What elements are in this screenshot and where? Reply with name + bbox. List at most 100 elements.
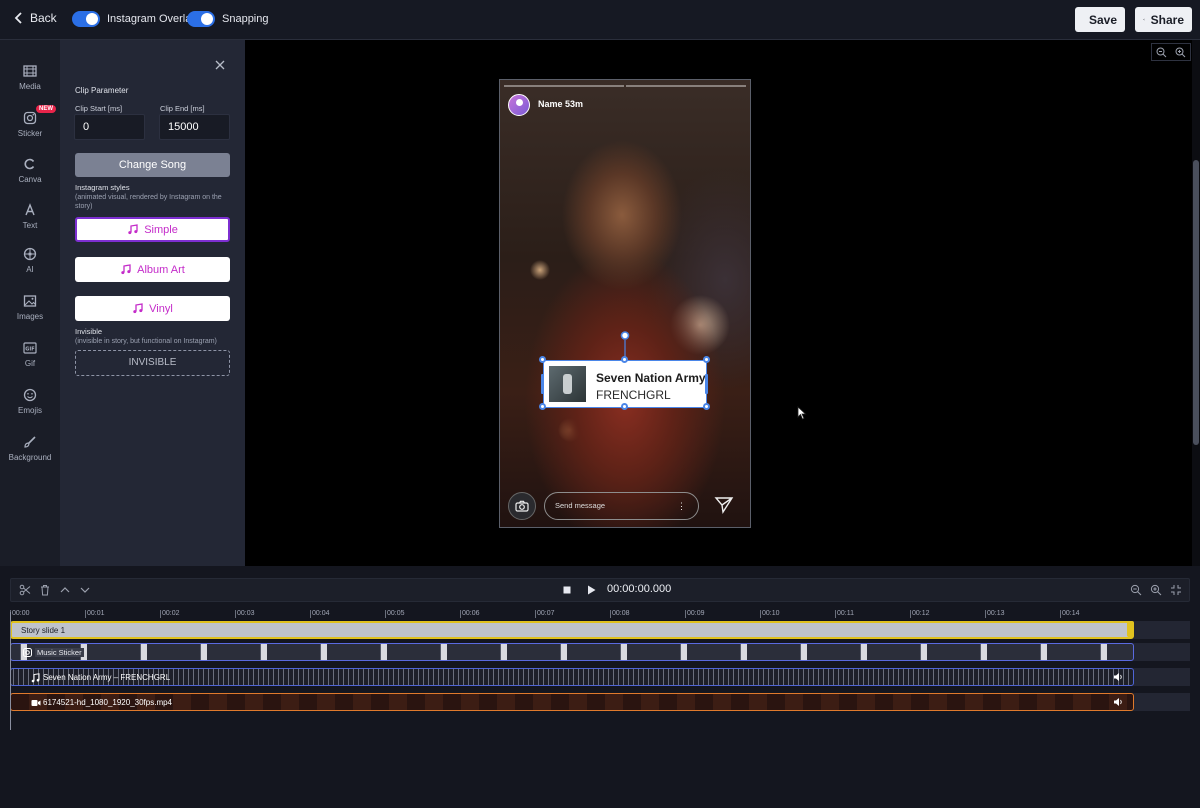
avatar <box>508 94 530 116</box>
clip-parameter-title: Clip Parameter <box>75 86 129 95</box>
share-button[interactable]: Share <box>1135 7 1192 32</box>
camera-button[interactable] <box>508 492 536 520</box>
more-options-icon[interactable]: ⋮ <box>677 493 686 519</box>
timeline-toolbar: 00:00:00.000 <box>10 578 1190 602</box>
timeline-zoom-in-icon[interactable] <box>1150 584 1162 596</box>
rail-item-gif[interactable]: GIF Gif <box>0 341 60 368</box>
rail-label-media: Media <box>19 82 41 91</box>
ruler-tick: 00:06 <box>460 610 480 618</box>
music-sticker-track-label: Music Sticker <box>35 648 84 657</box>
invisible-note: (invisible in story, but functional on I… <box>75 338 217 345</box>
story-slide-track[interactable]: Story slide 1 <box>10 621 1134 639</box>
send-message-field[interactable]: Send message ⋮ <box>544 492 699 520</box>
snapping-switch[interactable] <box>187 11 215 27</box>
playhead[interactable] <box>10 612 11 730</box>
fit-timeline-icon[interactable] <box>1170 584 1182 596</box>
style-album-art-label: Album Art <box>137 263 185 276</box>
timeline-panel: 00:00:00.000 00:00 00:01 00:02 00:03 00:… <box>0 566 1200 808</box>
clip-start-input[interactable]: 0 <box>74 114 145 140</box>
album-art <box>549 366 586 402</box>
instagram-overlay-toggle[interactable]: Instagram Overlay <box>72 11 197 27</box>
rail-item-images[interactable]: Images <box>0 294 60 321</box>
story-preview[interactable]: Name 53m Send message ⋮ <box>499 79 751 528</box>
trash-icon[interactable] <box>39 584 51 596</box>
volume-icon[interactable] <box>1113 672 1123 682</box>
resize-handle-left[interactable] <box>541 374 544 394</box>
save-label: Save <box>1089 12 1118 27</box>
timeline-zoom-out-icon[interactable] <box>1130 584 1142 596</box>
video-track-label: 6174521-hd_1080_1920_30fps.mp4 <box>43 697 173 707</box>
top-bar: Back Instagram Overlay Snapping Save Sha… <box>0 0 1200 40</box>
music-sticker[interactable]: Seven Nation Army FRENCHGRL <box>543 360 707 408</box>
rail-item-ai[interactable]: AI <box>0 247 60 274</box>
back-label: Back <box>30 11 57 25</box>
ruler-tick: 00:04 <box>310 610 330 618</box>
resize-handle-bottom-right[interactable] <box>703 403 710 410</box>
instagram-overlay-switch[interactable] <box>72 11 100 27</box>
resize-handle-top[interactable] <box>621 356 628 363</box>
chevron-left-icon <box>14 12 22 24</box>
canva-icon <box>24 158 35 170</box>
style-vinyl-button[interactable]: Vinyl <box>75 296 230 321</box>
resize-handle-top-right[interactable] <box>703 356 710 363</box>
audio-track[interactable]: Seven Nation Army – FRENCHGRL <box>10 668 1134 686</box>
send-icon[interactable] <box>714 495 734 515</box>
style-vinyl-label: Vinyl <box>149 302 173 315</box>
rail-item-background[interactable]: Background <box>0 435 60 462</box>
resize-handle-bottom-left[interactable] <box>539 403 546 410</box>
stop-icon[interactable] <box>561 584 573 596</box>
instagram-styles-heading: Instagram styles <box>75 183 130 192</box>
invisible-heading: Invisible <box>75 327 103 336</box>
ruler-tick: 00:14 <box>1060 610 1080 618</box>
clip-end-label: Clip End [ms] <box>160 104 205 113</box>
stage-scrollbar[interactable] <box>1192 40 1200 566</box>
music-note-icon <box>133 303 143 314</box>
music-sticker-track[interactable]: Music Sticker <box>10 643 1134 661</box>
resize-handle-bottom[interactable] <box>621 403 628 410</box>
zoom-in-button[interactable] <box>1171 44 1190 60</box>
zoom-in-icon <box>1175 47 1186 57</box>
resize-handle-top-left[interactable] <box>539 356 546 363</box>
save-button[interactable]: Save <box>1075 7 1125 32</box>
scissors-icon[interactable] <box>19 584 31 596</box>
back-button[interactable]: Back <box>14 11 57 25</box>
instagram-icon <box>23 648 32 657</box>
ai-icon <box>23 247 37 261</box>
brush-icon <box>24 436 36 448</box>
story-username: Name 53m <box>538 99 584 109</box>
rail-item-sticker[interactable]: NEW Sticker <box>0 105 60 138</box>
invisible-button[interactable]: INVISIBLE <box>75 350 230 376</box>
ruler-tick: 00:11 <box>835 610 854 618</box>
resize-handle-right[interactable] <box>705 374 708 394</box>
video-camera-icon <box>31 700 41 706</box>
rail-label-gif: Gif <box>24 359 36 368</box>
rail-label-background: Background <box>8 453 52 462</box>
play-icon[interactable] <box>585 584 597 596</box>
new-badge: NEW <box>36 105 56 113</box>
story-track-end-handle[interactable] <box>1127 621 1134 637</box>
clip-end-input[interactable]: 15000 <box>159 114 230 140</box>
close-icon[interactable] <box>214 59 226 71</box>
film-icon <box>23 65 37 77</box>
chevron-up-icon[interactable] <box>59 584 71 596</box>
change-song-button[interactable]: Change Song <box>75 153 230 177</box>
zoom-out-button[interactable] <box>1152 44 1171 60</box>
music-note-icon <box>128 224 138 235</box>
chevron-down-icon[interactable] <box>79 584 91 596</box>
volume-icon[interactable] <box>1113 697 1123 707</box>
music-note-icon <box>31 673 40 683</box>
rail-label-ai: AI <box>26 265 34 274</box>
rail-item-media[interactable]: Media <box>0 64 60 91</box>
scrollbar-thumb[interactable] <box>1193 160 1199 445</box>
rail-item-canva[interactable]: Canva <box>0 157 60 184</box>
video-track[interactable]: 6174521-hd_1080_1920_30fps.mp4 <box>10 693 1134 711</box>
rail-label-canva: Canva <box>18 175 42 184</box>
style-simple-button[interactable]: Simple <box>75 217 230 242</box>
snapping-toggle[interactable]: Snapping <box>187 11 269 27</box>
rail-item-text[interactable]: Text <box>0 203 60 230</box>
share-label: Share <box>1150 12 1184 27</box>
rail-item-emojis[interactable]: Emojis <box>0 388 60 415</box>
style-album-art-button[interactable]: Album Art <box>75 257 230 282</box>
mouse-cursor-icon <box>797 406 807 420</box>
clip-start-label: Clip Start [ms] <box>75 104 123 113</box>
